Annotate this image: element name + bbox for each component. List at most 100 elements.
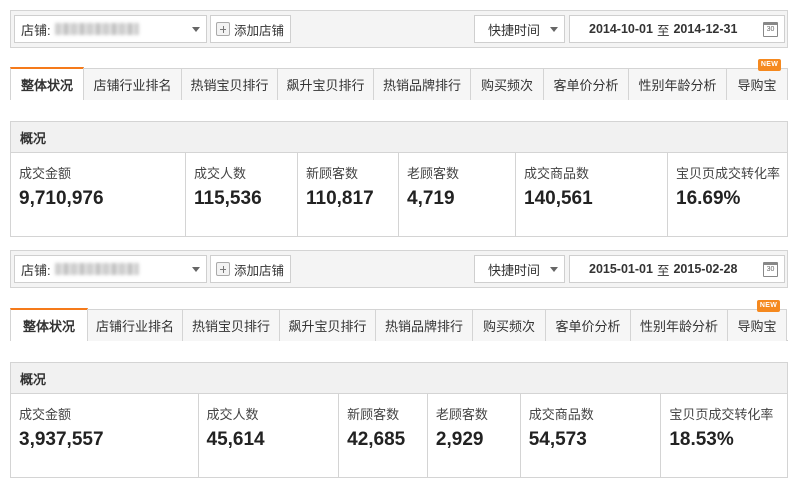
tab-label: 飙升宝贝排行 bbox=[286, 78, 365, 93]
tab-label: 客单价分析 bbox=[555, 319, 621, 334]
overview-header: 概况 bbox=[10, 362, 788, 394]
metric-conversion-rate: 宝贝页成交转化率 16.69% bbox=[668, 153, 787, 236]
metric-items-sold: 成交商品数 140,561 bbox=[516, 153, 668, 236]
add-shop-button[interactable]: 添加店铺 bbox=[210, 15, 291, 43]
metric-label: 新顾客数 bbox=[306, 166, 359, 181]
metric-buyers: 成交人数 115,536 bbox=[186, 153, 298, 236]
metrics-row: 成交金额 9,710,976 成交人数 115,536 新顾客数 110,817… bbox=[10, 153, 788, 237]
shop-select[interactable]: 店铺: bbox=[14, 15, 207, 43]
tab-shopping-guide[interactable]: 导购宝 NEW bbox=[727, 300, 787, 341]
tab-hot-brands[interactable]: 热销品牌排行 bbox=[375, 309, 473, 341]
metric-value: 140,561 bbox=[524, 188, 593, 209]
date-range-picker[interactable]: 2014-10-01 至 2014-12-31 30 bbox=[569, 15, 785, 43]
tab-shopping-guide[interactable]: 导购宝 NEW bbox=[726, 59, 788, 100]
blurred-shop-name bbox=[54, 263, 139, 275]
metric-value: 2,929 bbox=[435, 429, 484, 450]
metric-returning-customers: 老顾客数 4,719 bbox=[399, 153, 516, 236]
add-shop-button[interactable]: 添加店铺 bbox=[210, 255, 291, 283]
metric-label: 成交商品数 bbox=[524, 166, 590, 181]
metrics-row: 成交金额 3,937,557 成交人数 45,614 新顾客数 42,685 老… bbox=[10, 394, 788, 478]
metric-value: 3,937,557 bbox=[19, 429, 104, 450]
metric-label: 成交商品数 bbox=[528, 407, 594, 422]
tab-gender-age[interactable]: 性别年龄分析 bbox=[630, 309, 728, 341]
tab-label: 购买频次 bbox=[480, 78, 533, 93]
tab-overall-status[interactable]: 整体状况 bbox=[10, 308, 88, 341]
chevron-down-icon bbox=[192, 27, 200, 32]
tab-label: 整体状况 bbox=[22, 319, 75, 334]
analysis-tabs: 整体状况 店铺行业排名 热销宝贝排行 飙升宝贝排行 热销品牌排行 购买频次 客单… bbox=[10, 300, 788, 341]
plus-icon bbox=[216, 262, 230, 276]
metric-value: 16.69% bbox=[676, 188, 741, 209]
tab-purchase-frequency[interactable]: 购买频次 bbox=[470, 68, 544, 100]
calendar-icon[interactable]: 30 bbox=[763, 22, 778, 37]
metric-label: 新顾客数 bbox=[347, 407, 400, 422]
metric-value: 4,719 bbox=[407, 188, 455, 209]
metric-value: 115,536 bbox=[194, 188, 262, 209]
metric-label: 成交人数 bbox=[206, 407, 259, 422]
tab-unit-price[interactable]: 客单价分析 bbox=[545, 309, 631, 341]
quick-time-label: 快捷时间 bbox=[488, 262, 541, 278]
calendar-icon[interactable]: 30 bbox=[763, 262, 778, 277]
add-shop-label: 添加店铺 bbox=[234, 263, 285, 278]
quick-time-select[interactable]: 快捷时间 bbox=[474, 15, 565, 43]
metric-value: 45,614 bbox=[206, 429, 265, 450]
tab-label: 导购宝 bbox=[737, 78, 777, 93]
chevron-down-icon bbox=[550, 267, 558, 272]
add-shop-label: 添加店铺 bbox=[234, 23, 285, 38]
date-end: 2014-12-31 bbox=[673, 22, 738, 36]
date-start: 2014-10-01 bbox=[589, 22, 653, 36]
quick-time-label: 快捷时间 bbox=[488, 22, 541, 38]
tab-label: 热销品牌排行 bbox=[382, 78, 461, 93]
metric-label: 老顾客数 bbox=[407, 166, 460, 181]
tab-rising-items[interactable]: 飙升宝贝排行 bbox=[279, 309, 376, 341]
plus-icon bbox=[216, 22, 230, 36]
tab-gender-age[interactable]: 性别年龄分析 bbox=[628, 68, 727, 100]
tab-label: 店铺行业排名 bbox=[93, 78, 172, 93]
tab-hot-items[interactable]: 热销宝贝排行 bbox=[181, 68, 278, 100]
tab-label: 飙升宝贝排行 bbox=[288, 319, 367, 334]
shop-label: 店铺: bbox=[21, 22, 51, 38]
tab-label: 热销宝贝排行 bbox=[191, 319, 270, 334]
metric-gmv: 成交金额 9,710,976 bbox=[11, 153, 186, 236]
tab-label: 热销宝贝排行 bbox=[190, 78, 269, 93]
metric-label: 成交人数 bbox=[194, 166, 247, 181]
date-separator: 至 bbox=[656, 23, 670, 38]
chevron-down-icon bbox=[192, 267, 200, 272]
tab-label: 性别年龄分析 bbox=[638, 78, 717, 93]
metric-value: 9,710,976 bbox=[19, 188, 104, 209]
blurred-shop-name bbox=[54, 23, 139, 35]
tab-purchase-frequency[interactable]: 购买频次 bbox=[472, 309, 546, 341]
tab-unit-price[interactable]: 客单价分析 bbox=[543, 68, 629, 100]
chevron-down-icon bbox=[550, 27, 558, 32]
tab-industry-rank[interactable]: 店铺行业排名 bbox=[87, 309, 183, 341]
date-end: 2015-02-28 bbox=[673, 262, 738, 276]
date-separator: 至 bbox=[656, 263, 670, 278]
metric-value: 18.53% bbox=[669, 429, 734, 450]
tab-label: 整体状况 bbox=[20, 78, 73, 93]
overview-title: 概况 bbox=[20, 130, 47, 146]
quick-time-select[interactable]: 快捷时间 bbox=[474, 255, 565, 283]
metric-label: 成交金额 bbox=[19, 407, 72, 422]
tab-label: 性别年龄分析 bbox=[639, 319, 718, 334]
shop-label: 店铺: bbox=[21, 262, 51, 278]
tab-hot-brands[interactable]: 热销品牌排行 bbox=[373, 68, 471, 100]
metric-value: 54,573 bbox=[528, 429, 587, 450]
tab-label: 热销品牌排行 bbox=[384, 319, 463, 334]
metric-new-customers: 新顾客数 42,685 bbox=[339, 394, 428, 477]
metric-new-customers: 新顾客数 110,817 bbox=[298, 153, 399, 236]
tab-industry-rank[interactable]: 店铺行业排名 bbox=[83, 68, 182, 100]
analysis-tabs: 整体状况 店铺行业排名 热销宝贝排行 飙升宝贝排行 热销品牌排行 购买频次 客单… bbox=[10, 59, 788, 100]
tab-overall-status[interactable]: 整体状况 bbox=[10, 67, 84, 100]
new-badge: NEW bbox=[757, 300, 780, 312]
tab-label: 店铺行业排名 bbox=[95, 319, 174, 334]
metric-label: 成交金额 bbox=[19, 166, 72, 181]
new-badge: NEW bbox=[758, 59, 781, 71]
shop-select[interactable]: 店铺: bbox=[14, 255, 207, 283]
metric-items-sold: 成交商品数 54,573 bbox=[521, 394, 662, 477]
tab-rising-items[interactable]: 飙升宝贝排行 bbox=[277, 68, 374, 100]
metric-label: 老顾客数 bbox=[435, 407, 488, 422]
tab-hot-items[interactable]: 热销宝贝排行 bbox=[182, 309, 280, 341]
tab-label: 导购宝 bbox=[737, 319, 777, 334]
metric-label: 宝贝页成交转化率 bbox=[676, 166, 781, 181]
date-range-picker[interactable]: 2015-01-01 至 2015-02-28 30 bbox=[569, 255, 785, 283]
